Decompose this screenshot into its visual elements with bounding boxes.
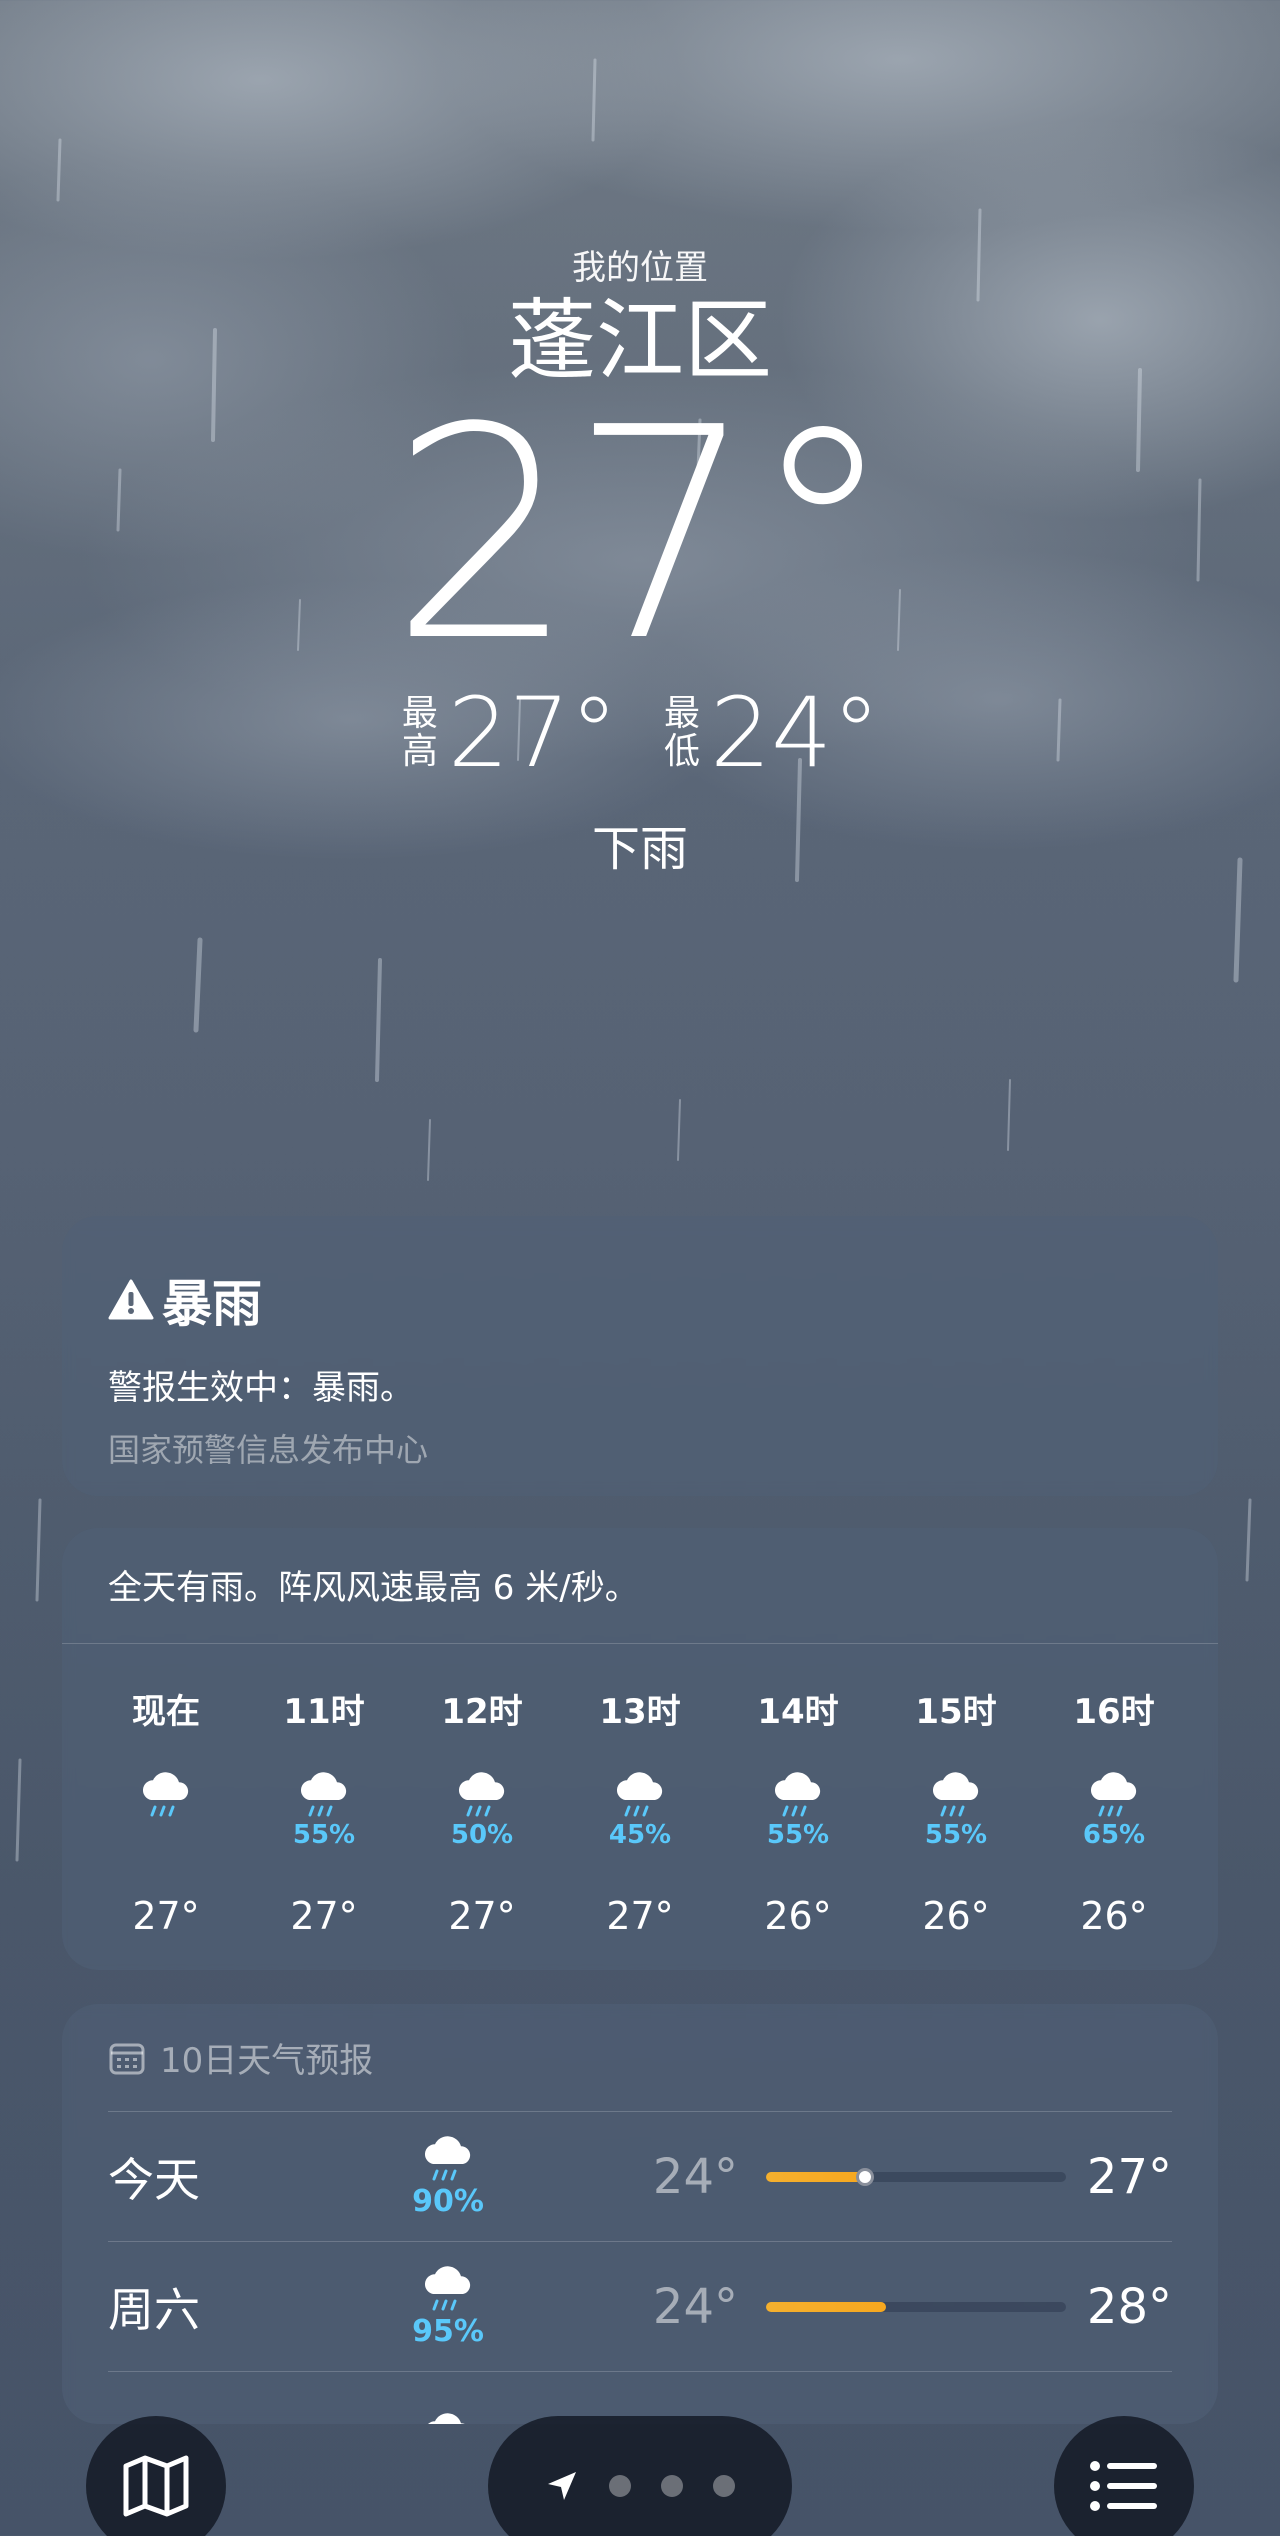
list-icon [1090, 2461, 1157, 2511]
ten-day-title-text: 10日天气预报 [160, 2041, 374, 2081]
hour-precip: 55% [292, 1820, 356, 1850]
hourly-list[interactable]: 现在 27° 11时 55% 27° 12时 50% 27° 13时 45% 27° 14时 55% 26… [62, 1644, 1218, 1938]
ten-day-forecast-card[interactable]: 10日天气预报 今天 90% 24° 27° 周六 95% 24° 28° [62, 2004, 1218, 2424]
low-label: 最低 [663, 693, 700, 772]
hour-precip: 65% [1082, 1820, 1146, 1850]
page-dot[interactable] [713, 2475, 735, 2497]
hour-time: 14时 [757, 1692, 839, 1732]
day-high: 28° [1086, 2278, 1172, 2335]
hour-item: 16时 65% 26° [1040, 1684, 1188, 1938]
current-temp-dot [856, 2167, 874, 2186]
page-indicator[interactable] [488, 2416, 792, 2536]
day-low: 24° [652, 2148, 738, 2205]
location-list-button[interactable] [1054, 2416, 1194, 2536]
hour-temp: 27° [448, 1894, 516, 1938]
day-row[interactable]: 周六 95% 24° 28° [108, 2242, 1172, 2372]
hour-item: 14时 55% 26° [724, 1684, 872, 1938]
hour-item: 现在 27° [92, 1684, 240, 1938]
warning-triangle-icon [108, 1279, 154, 1320]
hourly-forecast-card[interactable]: 全天有雨。阵风风速最高 6 米/秒。 现在 27° 11时 55% 27° 12时 50% 2… [62, 1528, 1218, 1970]
rain-cloud-icon [424, 2136, 471, 2181]
day-name: 周六 [108, 2282, 200, 2337]
day-precip: 90% [412, 2184, 484, 2219]
hour-precip: 55% [766, 1820, 830, 1850]
day-low: 24° [652, 2278, 738, 2335]
hour-time: 16时 [1073, 1692, 1155, 1732]
rain-cloud-icon [932, 1772, 979, 1817]
temp-range-fill [766, 2171, 865, 2182]
ten-day-title: 10日天气预报 [108, 2004, 1172, 2112]
rain-cloud-icon [142, 1772, 189, 1817]
hour-item: 15时 55% 26° [882, 1684, 1030, 1938]
page-dot[interactable] [661, 2475, 683, 2497]
hour-time: 12时 [441, 1692, 523, 1732]
day-name: 今天 [108, 2152, 200, 2207]
day-row[interactable]: 今天 90% 24° 27° [108, 2112, 1172, 2242]
map-button[interactable] [86, 2416, 226, 2536]
page-dot[interactable] [609, 2475, 631, 2497]
day-list: 今天 90% 24° 27° 周六 95% 24° 28° [108, 2112, 1172, 2372]
hour-temp: 26° [1080, 1894, 1148, 1938]
temp-range-bar [766, 2301, 1066, 2312]
location-arrow-icon[interactable] [545, 2469, 579, 2503]
hourly-summary: 全天有雨。阵风风速最高 6 米/秒。 [62, 1528, 1218, 1644]
alert-source: 国家预警信息发布中心 [108, 1431, 429, 1469]
temp-range-fill [766, 2301, 886, 2312]
weather-condition: 下雨 [591, 821, 688, 877]
rain-cloud-icon [1090, 1772, 1137, 1817]
map-icon [123, 2455, 189, 2517]
hour-time: 15时 [915, 1692, 997, 1732]
rain-cloud-icon [428, 2413, 465, 2424]
hour-temp: 26° [764, 1894, 832, 1938]
hour-precip: 45% [608, 1820, 672, 1850]
hour-item: 12时 50% 27° [408, 1684, 556, 1938]
severe-weather-alert-card[interactable]: 暴雨 警报生效中：暴雨。 国家预警信息发布中心 [62, 1216, 1218, 1496]
alert-title: 暴雨 [108, 1264, 1172, 1336]
location-label: 我的位置 [572, 248, 708, 288]
temp-range-bar [766, 2167, 1066, 2186]
calendar-icon [109, 2043, 145, 2074]
hour-item: 11时 55% 27° [250, 1684, 398, 1938]
hour-time: 11时 [283, 1692, 365, 1732]
hour-time: 现在 [132, 1692, 200, 1732]
hour-temp: 27° [290, 1894, 358, 1938]
current-temperature: 27° [390, 365, 896, 705]
hour-temp: 27° [606, 1894, 674, 1938]
location-header: 我的位置 蓬江区 27° 最高 27° 最低 24° 下雨 [0, 240, 1280, 879]
rain-cloud-icon [300, 1772, 347, 1817]
hour-precip: 55% [924, 1820, 988, 1850]
hour-temp: 27° [132, 1894, 200, 1938]
rain-cloud-icon [774, 1772, 821, 1817]
hour-time: 13时 [599, 1692, 681, 1732]
day-precip: 95% [412, 2314, 484, 2349]
rain-cloud-icon [616, 1772, 663, 1817]
alert-text: 警报生效中：暴雨。 [108, 1368, 414, 1408]
rain-cloud-icon [424, 2266, 471, 2311]
hour-item: 13时 45% 27° [566, 1684, 714, 1938]
high-label: 最高 [401, 693, 438, 772]
low-temperature: 24° [710, 677, 881, 789]
hour-temp: 26° [922, 1894, 990, 1938]
hour-precip: 50% [450, 1820, 514, 1850]
high-temperature: 27° [447, 677, 618, 789]
day-high: 27° [1086, 2148, 1172, 2205]
rain-cloud-icon [458, 1772, 505, 1817]
alert-title-text: 暴雨 [162, 1275, 262, 1333]
